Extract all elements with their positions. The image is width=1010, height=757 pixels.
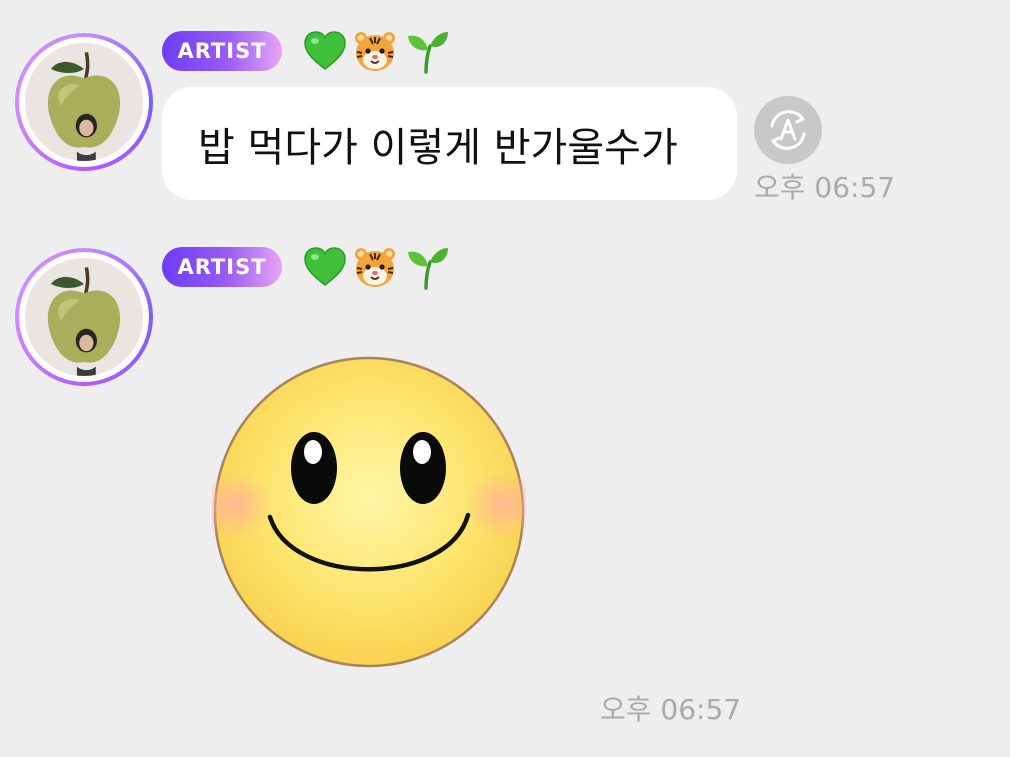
artist-badge: ARTIST <box>162 31 282 71</box>
message-text: 밥 먹다가 이렇게 반가울수가 <box>198 124 678 171</box>
green-heart-icon <box>302 28 348 74</box>
translate-icon <box>770 110 806 150</box>
avatar[interactable] <box>15 248 153 386</box>
green-heart-icon <box>302 244 348 290</box>
tiger-face-icon <box>352 244 398 290</box>
translate-button[interactable] <box>754 96 822 164</box>
avatar-image <box>25 258 143 376</box>
artist-badge: ARTIST <box>162 247 282 287</box>
seedling-icon <box>404 244 450 290</box>
message-timestamp: 오후 06:57 <box>754 171 896 204</box>
tiger-face-icon <box>352 28 398 74</box>
seedling-icon <box>404 28 450 74</box>
smiley-sticker[interactable] <box>212 355 526 669</box>
avatar-image <box>25 43 143 161</box>
message-timestamp: 오후 06:57 <box>600 693 742 726</box>
message-bubble: 밥 먹다가 이렇게 반가울수가 <box>162 87 737 200</box>
avatar[interactable] <box>15 33 153 171</box>
